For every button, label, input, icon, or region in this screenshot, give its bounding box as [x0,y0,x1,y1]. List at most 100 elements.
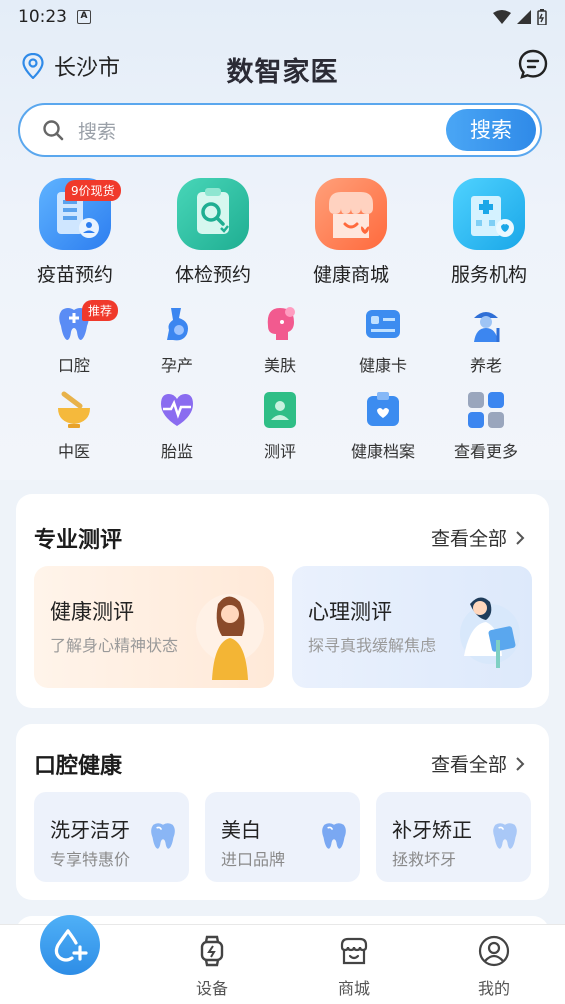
signal-icon [517,10,531,24]
repair-correction-title: 补牙矫正 [392,818,472,842]
oral-view-all[interactable]: 查看全部 [431,750,525,777]
mental-eval-card[interactable]: 心理测评 探寻真我缓解焦虑 [292,566,532,688]
app-header: 长沙市 数智家医 [0,40,565,90]
health-record-icon [363,390,403,430]
vaccine-icon: 9价现货 [39,178,121,250]
checkup-icon [177,178,249,250]
home-drop-plus-icon [54,929,88,962]
status-time: 10:23 [18,7,67,27]
checkup-label: 体检预约 [174,264,251,286]
service-more[interactable]: 查看更多 [436,390,536,462]
service-health-card[interactable]: 健康卡 [333,304,433,376]
tooth-icon [322,823,346,849]
service-elderly[interactable]: 养老 [436,304,536,376]
service-mall[interactable]: 健康商城 [281,178,421,287]
evaluation-view-all-label: 查看全部 [430,528,507,550]
mall-label: 健康商城 [312,264,389,286]
tooth-icon [151,823,175,849]
person-reading-illustration-icon [460,597,520,668]
oral-view-all-label: 查看全部 [430,754,507,776]
service-health-record[interactable]: 健康档案 [333,390,433,462]
woman-illustration-icon [196,594,264,680]
status-bar: 10:23 A [0,0,565,34]
service-fetal[interactable]: 胎监 [127,390,227,462]
oral-cleaning-title: 洗牙洁牙 [50,818,130,842]
chat-bubble-icon [518,49,548,79]
tab-mall[interactable]: 商城 [304,935,404,999]
oral-badge: 推荐 [82,300,119,321]
battery-icon [537,9,547,25]
whitening-card[interactable]: 美白 进口品牌 [205,792,360,882]
service-checkup[interactable]: 体检预约 [143,178,283,287]
search-button[interactable]: 搜索 [446,109,536,151]
oral-health-title: 口腔健康 [34,754,123,779]
chevron-right-icon [516,530,525,545]
tab-mall-label: 商城 [337,979,370,998]
repair-correction-subtitle: 拯救坏牙 [392,850,457,869]
service-tcm[interactable]: 中医 [24,390,124,462]
wifi-icon [493,10,511,24]
skin-label: 美肤 [263,356,296,375]
user-profile-icon [478,935,510,967]
search-icon [43,120,64,141]
shop-icon [340,937,368,965]
search-bar[interactable]: 搜索 搜索 [18,103,542,157]
whitening-subtitle: 进口品牌 [221,850,286,869]
health-eval-title: 健康测评 [50,600,134,624]
health-card-icon [363,304,403,344]
oral-label: 口腔 [57,356,90,375]
service-maternity[interactable]: 孕产 [127,304,227,376]
repair-correction-card[interactable]: 补牙矫正 拯救坏牙 [376,792,531,882]
brand-logo-text: 数智家医 [226,57,339,88]
evaluation-title: 专业测评 [34,528,123,553]
health-card-label: 健康卡 [358,356,407,375]
more-label: 查看更多 [453,442,518,461]
tab-device-label: 设备 [195,979,228,998]
watch-icon [200,935,224,967]
grid-more-icon [466,390,506,430]
notification-a-icon: A [77,10,91,24]
mental-eval-subtitle: 探寻真我缓解焦虑 [308,636,437,655]
elderly-icon [466,304,506,344]
evaluation-card: 专业测评 查看全部 健康测评 了解身心精神状态 心理测评 探寻真我缓解焦虑 [16,494,549,708]
tooth-icon [493,823,517,849]
maternity-label: 孕产 [160,356,193,375]
tab-device[interactable]: 设备 [162,935,262,999]
primary-services: 9价现货 疫苗预约 体检预约 健康商城 服务机构 [0,178,565,288]
tcm-label: 中医 [57,442,90,461]
message-button[interactable] [517,48,549,84]
oral-cleaning-card[interactable]: 洗牙洁牙 专享特惠价 [34,792,189,882]
tab-mine-label: 我的 [477,979,510,998]
oral-cleaning-subtitle: 专享特惠价 [50,850,131,869]
service-institution[interactable]: 服务机构 [419,178,559,287]
tab-mine[interactable]: 我的 [444,935,544,999]
chevron-right-icon [516,756,525,771]
pregnancy-icon [157,304,197,344]
whitening-title: 美白 [221,818,261,842]
tooth-icon: 推荐 [54,300,119,344]
mortar-icon [54,390,94,430]
assessment-label: 测评 [263,442,296,461]
heartbeat-icon [157,390,197,430]
beauty-icon [260,304,300,344]
mental-eval-title: 心理测评 [308,600,392,624]
elderly-label: 养老 [469,356,502,375]
vaccine-label: 疫苗预约 [36,264,113,286]
hospital-icon [453,178,525,250]
service-skin[interactable]: 美肤 [230,304,330,376]
health-eval-subtitle: 了解身心精神状态 [50,636,179,655]
evaluation-view-all[interactable]: 查看全部 [431,524,525,551]
service-assessment[interactable]: 测评 [230,390,330,462]
search-input[interactable]: 搜索 [78,117,116,144]
vaccine-badge: 9价现货 [65,180,121,201]
oral-health-card: 口腔健康 查看全部 洗牙洁牙 专享特惠价 美白 进口品牌 补牙矫正 拯救坏牙 [16,724,549,900]
home-tab[interactable] [40,915,100,975]
service-oral[interactable]: 推荐 口腔 [24,300,124,376]
fetal-label: 胎监 [160,442,193,461]
mall-icon [315,178,387,250]
assessment-icon [260,390,300,430]
bottom-tab-bar: 设备 商城 我的 [0,915,565,1004]
service-vaccine[interactable]: 9价现货 疫苗预约 [5,178,145,287]
health-eval-card[interactable]: 健康测评 了解身心精神状态 [34,566,274,688]
institution-label: 服务机构 [450,264,527,286]
